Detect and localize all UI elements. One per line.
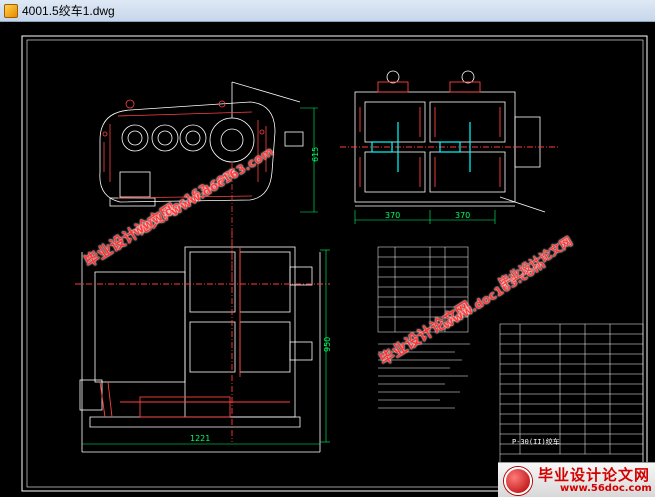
- dim-height-top-text: 615: [311, 147, 320, 162]
- footer-logo-url: www.56doc.com: [560, 483, 652, 494]
- footer-logo: 毕业设计论文网 www.56doc.com: [498, 462, 655, 497]
- window-titlebar: 4001.5绞车1.dwg: [0, 0, 655, 22]
- winch-main-view: [79, 246, 321, 453]
- dim-section-widths: [354, 210, 496, 224]
- window-title: 4001.5绞车1.dwg: [22, 4, 115, 18]
- dim-main-height: 950: [323, 337, 332, 352]
- site-logo-icon: [504, 467, 532, 495]
- cad-drawing-canvas[interactable]: 615 370 370 950 1221 P-30(II)绞车 毕业设计论文网 …: [0, 22, 655, 497]
- footer-logo-text: 毕业设计论文网: [538, 466, 651, 484]
- dim-base-width: 1221: [190, 434, 210, 443]
- title-block-name: P-30(II)绞车: [512, 438, 560, 446]
- gearbox-section-hatch: [340, 81, 560, 187]
- dim-right-width: 370: [455, 211, 470, 220]
- dim-left-width: 370: [385, 211, 400, 220]
- dwg-file-icon: [4, 3, 18, 18]
- winch-main-hatch: [75, 232, 330, 442]
- drawing-inner-frame: [26, 39, 644, 488]
- drawing-frame: [21, 35, 648, 492]
- dim-main: [82, 249, 330, 445]
